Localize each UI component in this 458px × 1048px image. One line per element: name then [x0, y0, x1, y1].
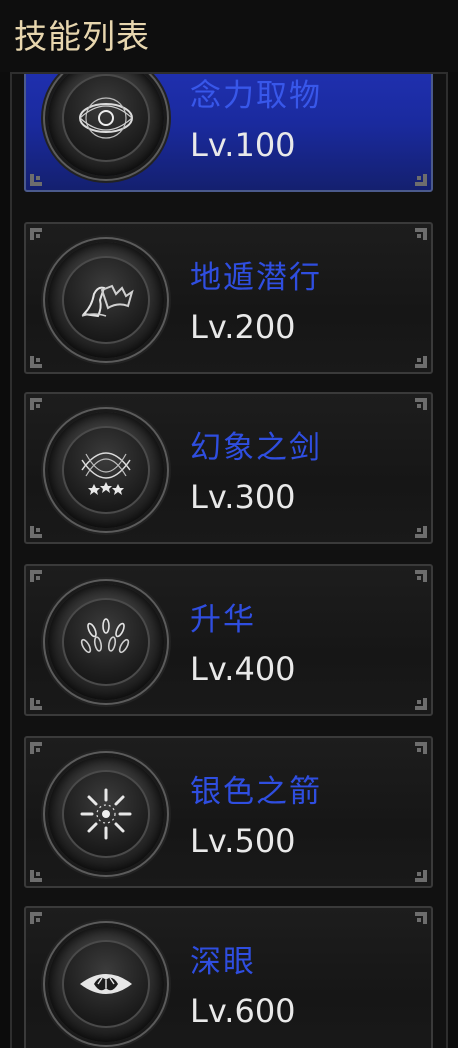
skill-level: Lv.500: [190, 822, 296, 860]
skill-name: 深眼: [190, 944, 256, 980]
corner-ornament: [28, 860, 52, 884]
corner-ornament: [405, 516, 429, 540]
corner-ornament: [405, 860, 429, 884]
corner-ornament: [28, 164, 52, 188]
skill-row-shenghua[interactable]: 升华 Lv.400: [24, 564, 433, 716]
skill-icon-frame: [48, 926, 164, 1042]
skill-name: 地遁潜行: [190, 260, 322, 296]
starburst-icon: [80, 788, 132, 840]
skill-level: Lv.200: [190, 308, 296, 346]
header-bar: 技能列表: [0, 0, 458, 72]
page-title: 技能列表: [14, 17, 150, 56]
bat-wing-icon: [81, 284, 134, 318]
corner-ornament: [28, 910, 52, 934]
skill-name: 幻象之剑: [190, 430, 322, 466]
skill-row-shenyan[interactable]: 深眼 Lv.600: [24, 906, 433, 1048]
skill-icon-frame: [48, 412, 164, 528]
deep-eye-icon: [80, 974, 132, 994]
skill-level: Lv.600: [190, 992, 296, 1030]
corner-ornament: [28, 568, 52, 592]
corner-ornament: [28, 516, 52, 540]
skill-name: 升华: [190, 602, 256, 638]
skill-icon-frame: [48, 584, 164, 700]
corner-ornament: [405, 568, 429, 592]
corner-ornament: [28, 346, 52, 370]
corner-ornament: [28, 740, 52, 764]
skill-icon-frame: [48, 242, 164, 358]
corner-ornament: [405, 688, 429, 712]
skill-row-didun[interactable]: 地遁潜行 Lv.200: [24, 222, 433, 374]
skill-name: 银色之箭: [190, 774, 322, 810]
corner-ornament: [28, 688, 52, 712]
corner-ornament: [405, 226, 429, 250]
corner-ornament: [405, 346, 429, 370]
corner-ornament: [405, 164, 429, 188]
skill-icon-frame: [48, 74, 164, 176]
eye-icon: [79, 97, 133, 139]
corner-ornament: [405, 740, 429, 764]
skill-row-nianli[interactable]: 念力取物 Lv.100: [24, 74, 433, 192]
corner-ornament: [405, 396, 429, 420]
skill-list[interactable]: 念力取物 Lv.100 地遁潜行 Lv.200 幻象之剑 Lv.300 升华 L…: [10, 72, 448, 1048]
rising-petals-icon: [80, 618, 130, 654]
skill-name: 念力取物: [190, 78, 322, 114]
skill-level: Lv.300: [190, 478, 296, 516]
skill-level: Lv.400: [190, 650, 296, 688]
corner-ornament: [28, 396, 52, 420]
skill-row-yinse[interactable]: 银色之箭 Lv.500: [24, 736, 433, 888]
skill-level: Lv.100: [190, 126, 296, 164]
corner-ornament: [405, 910, 429, 934]
woven-stars-icon: [81, 452, 131, 495]
corner-ornament: [28, 226, 52, 250]
skill-icon-frame: [48, 756, 164, 872]
skill-row-huanxiang[interactable]: 幻象之剑 Lv.300: [24, 392, 433, 544]
